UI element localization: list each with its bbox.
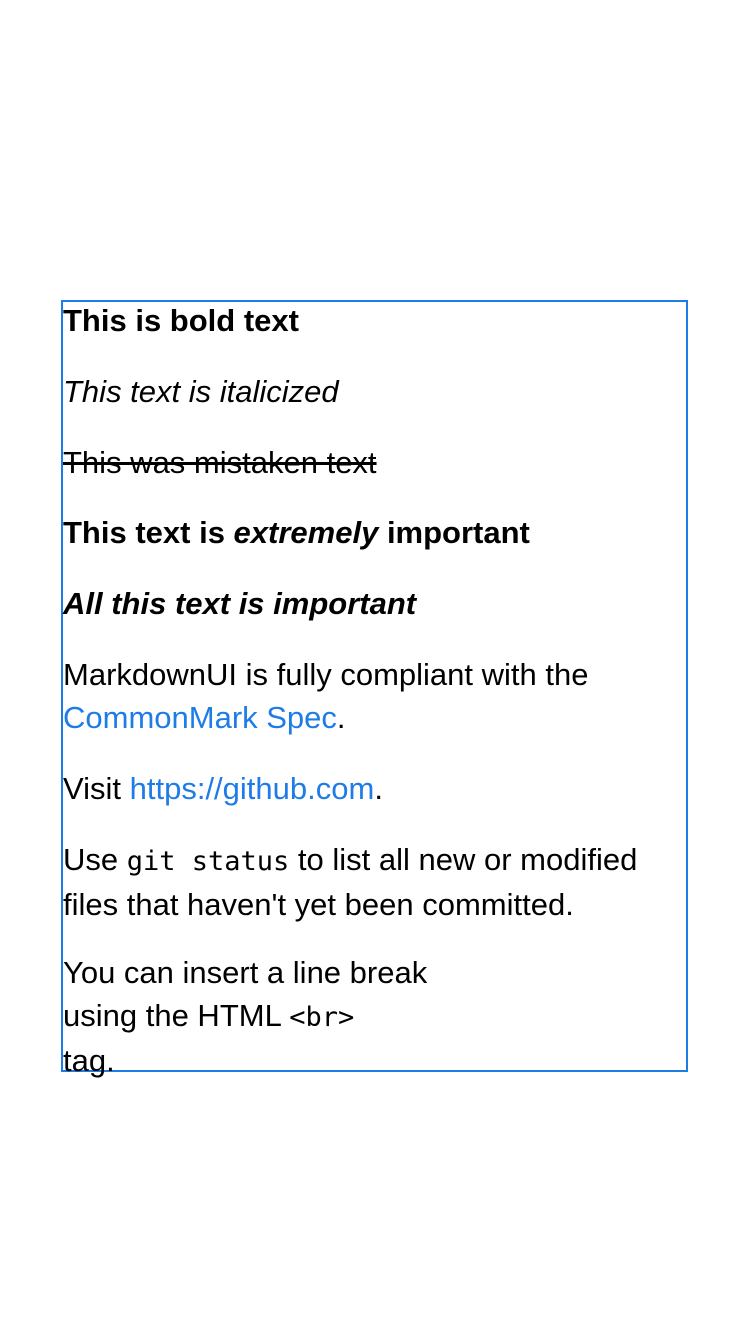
git-status-code: git status	[126, 846, 290, 877]
git-prefix: Use	[63, 842, 127, 877]
visit-paragraph: Visit https://github.com.	[63, 767, 686, 810]
important-suffix: important	[378, 515, 530, 550]
important-prefix: This text is	[63, 515, 234, 550]
all-important-paragraph: All this text is important	[63, 582, 686, 625]
visit-text: Visit	[63, 771, 130, 806]
compliance-period: .	[336, 700, 346, 735]
br-line-2: using the HTML <br>	[63, 994, 686, 1039]
line-break-paragraph: You can insert a line break using the HT…	[63, 951, 686, 1082]
compliance-line-1: MarkdownUI is fully compliant with the	[63, 653, 686, 696]
strikethrough-text: This was mistaken text	[63, 445, 377, 480]
screen: This is bold text This text is italicize…	[0, 0, 750, 1334]
compliance-paragraph: MarkdownUI is fully compliant with the C…	[63, 653, 686, 739]
br-line-1-text: You can insert a line break	[63, 955, 428, 990]
br-line-2-text: using the HTML	[63, 998, 290, 1033]
important-emphasis: extremely	[233, 515, 379, 550]
compliance-line-2: CommonMark Spec.	[63, 696, 686, 739]
visit-period: .	[374, 771, 383, 806]
bold-text: This is bold text	[63, 303, 299, 338]
github-link[interactable]: https://github.com	[130, 771, 375, 806]
all-important-text: All this text is important	[63, 586, 417, 621]
compliance-text: MarkdownUI is fully compliant with the	[63, 657, 589, 692]
italic-text: This text is italicized	[63, 374, 339, 409]
br-line-1: You can insert a line break	[63, 951, 686, 994]
br-line-3: tag.	[63, 1039, 686, 1082]
git-line-1: Use git status to list all new or modifi…	[63, 838, 686, 883]
git-paragraph: Use git status to list all new or modifi…	[63, 838, 686, 926]
git-line-2-text: files that haven't yet been committed.	[63, 887, 574, 922]
git-suffix: to list all new or modified	[289, 842, 638, 877]
strikethrough-paragraph: This was mistaken text	[63, 441, 686, 484]
br-line-3-text: tag.	[63, 1043, 115, 1078]
git-line-2: files that haven't yet been committed.	[63, 883, 686, 926]
markdown-view: This is bold text This text is italicize…	[61, 299, 688, 1078]
important-paragraph: This text is extremely important	[63, 511, 686, 554]
br-tag-code: <br>	[289, 1002, 355, 1033]
commonmark-spec-link[interactable]: CommonMark Spec	[63, 700, 337, 735]
bold-paragraph: This is bold text	[63, 299, 686, 342]
italic-paragraph: This text is italicized	[63, 370, 686, 413]
